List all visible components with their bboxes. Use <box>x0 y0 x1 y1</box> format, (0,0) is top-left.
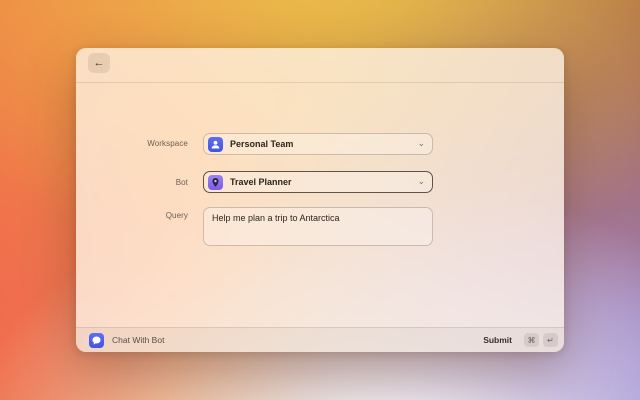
bot-dropdown[interactable]: Travel Planner ⌄ <box>203 171 433 193</box>
workspace-dropdown[interactable]: Personal Team ⌄ <box>203 133 433 155</box>
query-textarea[interactable]: Help me plan a trip to Antarctica <box>203 207 433 246</box>
window-header: ← <box>76 48 564 83</box>
submit-button[interactable]: Submit <box>483 335 512 345</box>
query-value: Help me plan a trip to Antarctica <box>212 213 340 225</box>
form-body: Workspace Personal Team ⌄ Bot Travel Pla… <box>76 83 564 327</box>
command-key-icon: ⌘ <box>524 333 539 347</box>
chat-with-bot-window: ← Workspace Personal Team ⌄ Bot Travel P… <box>76 48 564 352</box>
travel-pin-icon <box>208 175 223 190</box>
window-footer: Chat With Bot Submit ⌘ ↵ <box>76 327 564 352</box>
query-label: Query <box>166 211 188 220</box>
user-avatar-icon <box>208 137 223 152</box>
back-arrow-icon: ← <box>94 57 105 69</box>
chat-bubble-app-icon <box>89 333 104 348</box>
return-key-icon: ↵ <box>543 333 558 347</box>
app-name: Chat With Bot <box>112 335 483 345</box>
bot-value: Travel Planner <box>230 177 417 187</box>
back-button[interactable]: ← <box>88 53 110 73</box>
bot-label: Bot <box>176 178 188 187</box>
workspace-value: Personal Team <box>230 139 417 149</box>
workspace-label: Workspace <box>147 139 188 148</box>
